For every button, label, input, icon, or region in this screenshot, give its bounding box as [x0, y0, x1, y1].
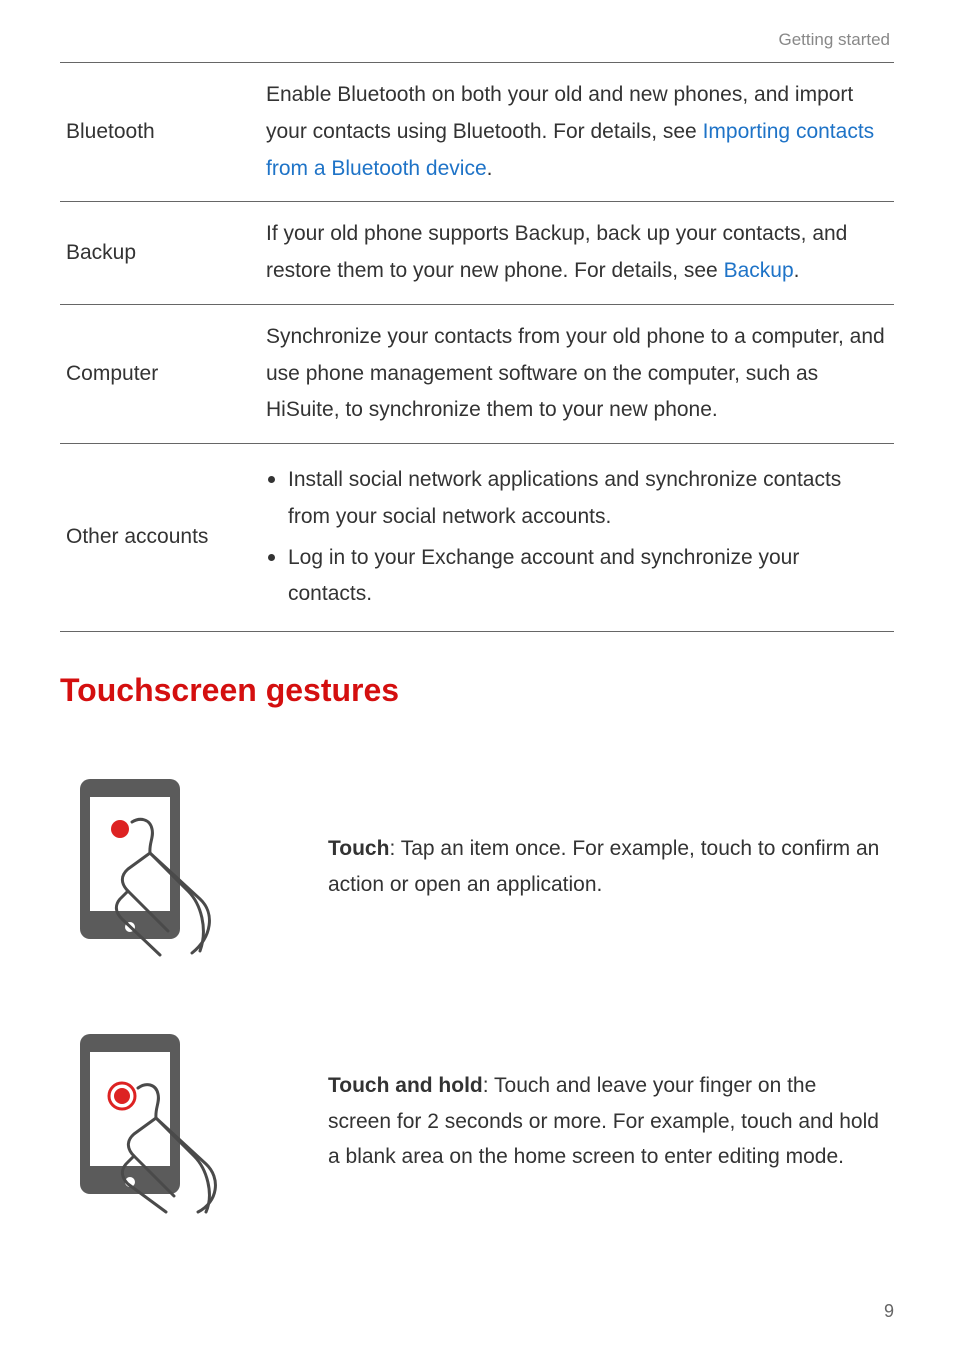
row-description: If your old phone supports Backup, back … — [260, 202, 894, 305]
desc-text: . — [794, 259, 800, 282]
header-section-label: Getting started — [60, 30, 894, 50]
methods-table: Bluetooth Enable Bluetooth on both your … — [60, 62, 894, 632]
table-row: Computer Synchronize your contacts from … — [60, 304, 894, 443]
table-row: Backup If your old phone supports Backup… — [60, 202, 894, 305]
touch-hold-gesture-icon — [60, 1024, 300, 1219]
list-item: Log in to your Exchange account and sync… — [266, 540, 888, 614]
row-description: Install social network applications and … — [260, 444, 894, 632]
bullet-list: Install social network applications and … — [266, 462, 888, 613]
gesture-name: Touch and hold — [328, 1074, 483, 1097]
gesture-touch-hold: Touch and hold: Touch and leave your fin… — [60, 1024, 894, 1219]
row-label: Backup — [60, 202, 260, 305]
gesture-name: Touch — [328, 837, 389, 860]
gesture-description: Touch and hold: Touch and leave your fin… — [300, 1068, 894, 1175]
row-label: Computer — [60, 304, 260, 443]
row-label: Bluetooth — [60, 63, 260, 202]
list-item: Install social network applications and … — [266, 462, 888, 536]
gesture-description: Touch: Tap an item once. For example, to… — [300, 831, 894, 902]
table-row: Bluetooth Enable Bluetooth on both your … — [60, 63, 894, 202]
touch-gesture-icon — [60, 769, 300, 964]
link-backup[interactable]: Backup — [724, 259, 794, 282]
gesture-touch: Touch: Tap an item once. For example, to… — [60, 769, 894, 964]
page-number: 9 — [884, 1301, 894, 1322]
table-row: Other accounts Install social network ap… — [60, 444, 894, 632]
desc-text: Synchronize your contacts from your old … — [266, 325, 885, 422]
desc-text: . — [487, 157, 493, 180]
row-label: Other accounts — [60, 444, 260, 632]
section-heading: Touchscreen gestures — [60, 672, 894, 709]
row-description: Synchronize your contacts from your old … — [260, 304, 894, 443]
gesture-detail: : Tap an item once. For example, touch t… — [328, 837, 879, 896]
row-description: Enable Bluetooth on both your old and ne… — [260, 63, 894, 202]
